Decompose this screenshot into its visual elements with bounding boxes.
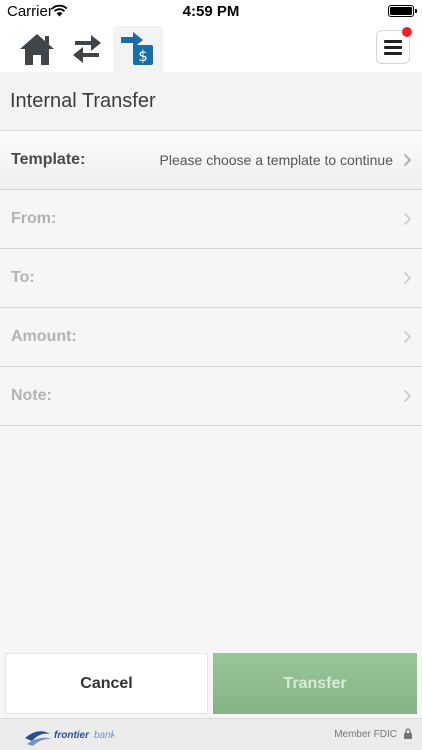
chevron-right-icon bbox=[403, 271, 412, 285]
battery-icon bbox=[388, 5, 417, 17]
to-label: To: bbox=[11, 269, 35, 286]
home-icon bbox=[20, 34, 54, 65]
chevron-right-icon bbox=[403, 153, 412, 167]
chevron-right-icon bbox=[403, 389, 412, 403]
hamburger-menu-icon bbox=[384, 40, 402, 55]
template-row[interactable]: Template: Please choose a template to co… bbox=[0, 131, 422, 190]
top-toolbar: $ bbox=[0, 24, 422, 72]
footer: frontier bank Member FDIC bbox=[0, 718, 422, 750]
chevron-right-icon bbox=[403, 212, 412, 226]
cancel-button[interactable]: Cancel bbox=[5, 653, 208, 714]
page-title: Internal Transfer bbox=[0, 72, 422, 131]
bill-pay-button[interactable]: $ bbox=[113, 26, 163, 72]
note-row[interactable]: Note: bbox=[0, 367, 422, 426]
bill-pay-icon: $ bbox=[121, 32, 153, 65]
svg-text:frontier: frontier bbox=[54, 730, 90, 741]
status-bar: Carrier 4:59 PM bbox=[0, 0, 422, 24]
note-label: Note: bbox=[11, 387, 52, 404]
to-row[interactable]: To: bbox=[0, 249, 422, 308]
member-fdic-label: Member FDIC bbox=[334, 729, 397, 740]
chevron-right-icon bbox=[403, 330, 412, 344]
amount-row[interactable]: Amount: bbox=[0, 308, 422, 367]
frontier-bank-logo: frontier bank bbox=[25, 730, 114, 746]
transfer-button[interactable]: Transfer bbox=[213, 653, 417, 714]
template-label: Template: bbox=[11, 151, 86, 168]
lock-icon bbox=[404, 728, 412, 739]
notification-dot bbox=[402, 27, 412, 37]
template-value: Please choose a template to continue bbox=[159, 152, 394, 168]
transfer-arrows-icon bbox=[73, 35, 101, 63]
from-label: From: bbox=[11, 210, 57, 227]
status-time: 4:59 PM bbox=[182, 3, 240, 20]
from-row[interactable]: From: bbox=[0, 190, 422, 249]
home-button[interactable] bbox=[12, 26, 62, 72]
svg-text:$: $ bbox=[138, 47, 148, 65]
amount-label: Amount: bbox=[11, 328, 77, 345]
transfers-button[interactable] bbox=[62, 26, 112, 72]
menu-button[interactable] bbox=[376, 27, 412, 64]
svg-text:bank: bank bbox=[94, 730, 114, 741]
